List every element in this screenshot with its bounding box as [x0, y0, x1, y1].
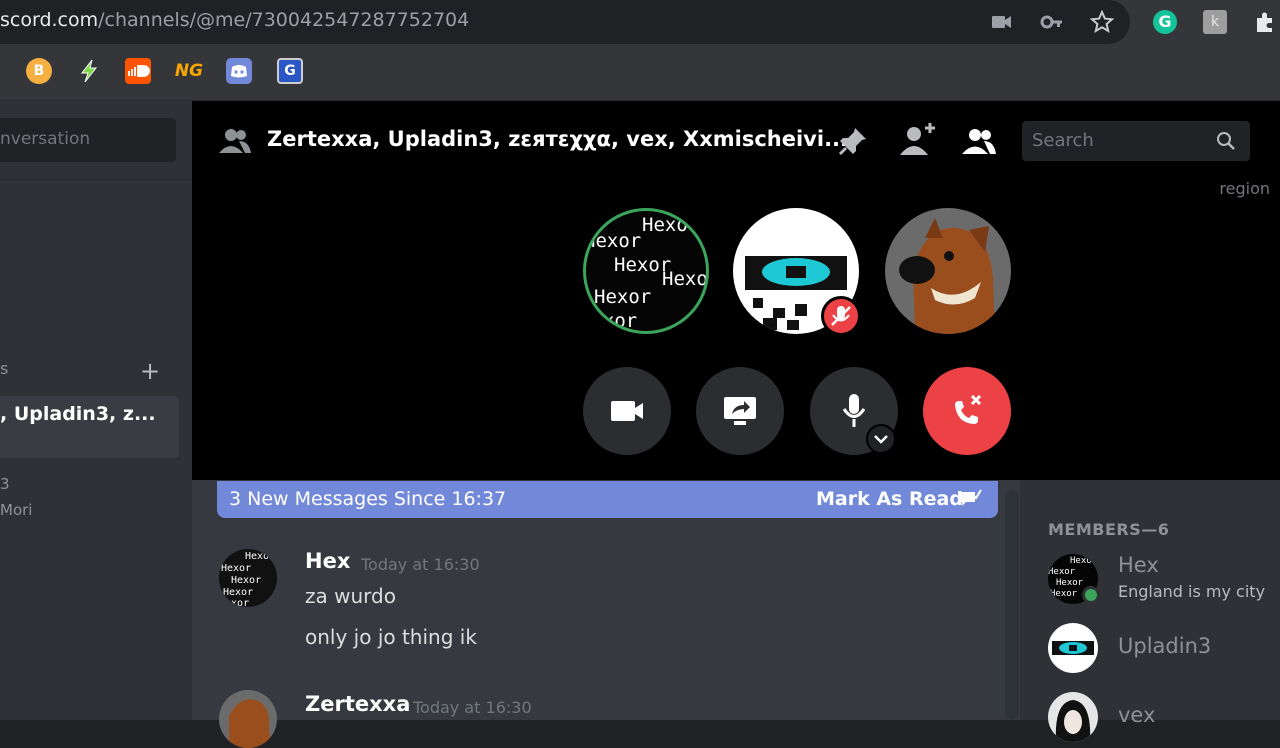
- page-title: Zertexxa, Upladin3, zεятεχχα, vex, Xxmis…: [267, 127, 848, 151]
- camera-icon[interactable]: [990, 10, 1014, 34]
- puzzle-icon[interactable]: [1253, 10, 1277, 34]
- new-messages-text: 3 New Messages Since 16:37: [229, 488, 507, 510]
- svg-text:Hexor: Hexor: [594, 286, 651, 308]
- avatar[interactable]: Hexor Hexor Hexor Hexor Hexor: [219, 549, 277, 607]
- sidebar-header-fragment: s: [0, 359, 9, 378]
- dm-sidebar: nversation s + , Upladin3, z... 3 Mori: [0, 101, 192, 720]
- bookmark-g-icon[interactable]: G: [277, 58, 303, 84]
- hexor-avatar-small: HexorHexorHexorHexorHexor: [219, 551, 275, 607]
- svg-text:Hexor: Hexor: [1048, 567, 1076, 577]
- chat-scrollbar[interactable]: [1005, 490, 1019, 720]
- member-list-icon[interactable]: [962, 127, 996, 155]
- star-icon[interactable]: [1090, 10, 1114, 34]
- avatar[interactable]: [1048, 623, 1098, 673]
- members-heading: MEMBERS—6: [1048, 520, 1170, 539]
- group-dm-icon: [219, 129, 251, 153]
- toggle-camera-button[interactable]: [583, 367, 671, 455]
- hang-up-icon: [955, 394, 982, 424]
- message-text: only jo jo thing ik: [305, 625, 477, 649]
- newgrounds-icon[interactable]: NG: [175, 58, 203, 84]
- bookmark-lightning-icon[interactable]: [76, 58, 102, 84]
- muted-badge: [821, 296, 861, 336]
- extension-icon[interactable]: k: [1203, 10, 1227, 34]
- participant-avatar-scooby[interactable]: [885, 208, 1011, 334]
- svg-text:Hexor: Hexor: [231, 575, 261, 586]
- dm-item-subtext: Mori: [0, 501, 33, 519]
- chevron-down-icon: [874, 435, 888, 444]
- channel-header: Zertexxa, Upladin3, zεятεχχα, vex, Xxmis…: [192, 101, 1280, 198]
- bookmarks-bar: B NG G: [0, 44, 1280, 101]
- microphone-icon: [842, 394, 866, 427]
- svg-text:Hexor: Hexor: [662, 268, 706, 290]
- mark-read-icon: [961, 489, 982, 506]
- camera-icon: [611, 401, 643, 421]
- key-icon[interactable]: [1040, 10, 1064, 34]
- search-input[interactable]: Search: [1022, 121, 1250, 161]
- svg-text:Hexor: Hexor: [586, 230, 641, 252]
- vex-avatar-member: [1055, 700, 1091, 742]
- svg-text:Hexor: Hexor: [223, 587, 253, 598]
- pin-icon[interactable]: [837, 125, 869, 157]
- message-text: za wurdo: [305, 584, 396, 608]
- avatar[interactable]: [219, 690, 277, 748]
- mark-as-read-button[interactable]: Mark As Read: [816, 488, 963, 510]
- share-screen-button[interactable]: [696, 367, 784, 455]
- participant-avatar-hex[interactable]: Hexor Hexor Hexor Hexor Hexor Hexor: [583, 208, 709, 334]
- mic-muted-icon: [831, 306, 851, 326]
- member-name[interactable]: vex: [1118, 703, 1155, 727]
- sidebar-divider: [0, 179, 192, 180]
- hexor-avatar-art: Hexor Hexor Hexor Hexor Hexor Hexor: [586, 214, 706, 331]
- upladin3-avatar-member: [1052, 641, 1094, 655]
- dog-avatar-art: [899, 218, 995, 334]
- message-timestamp: Today at 16:30: [413, 698, 532, 717]
- soundcloud-icon[interactable]: [125, 58, 151, 84]
- dm-item-active-label: , Upladin3, z...: [0, 403, 156, 425]
- region-label[interactable]: region: [1219, 179, 1270, 198]
- member-name[interactable]: Hex: [1118, 553, 1159, 577]
- discord-bookmark-icon[interactable]: [226, 58, 252, 84]
- search-icon: [1217, 132, 1235, 150]
- member-name[interactable]: Upladin3: [1118, 634, 1211, 658]
- svg-text:Hexor: Hexor: [1056, 578, 1084, 588]
- dm-item-count: 3: [0, 475, 10, 493]
- browser-toolbar: scord.com/channels/@me/73004254728775270…: [0, 0, 1280, 44]
- add-friend-icon[interactable]: [899, 121, 937, 157]
- message-author[interactable]: Zertexxa: [305, 692, 410, 716]
- online-status-dot: [1082, 586, 1100, 604]
- avatar[interactable]: [1048, 692, 1098, 742]
- bookmark-b-icon[interactable]: B: [26, 58, 52, 84]
- end-call-button[interactable]: [923, 367, 1011, 455]
- url-text[interactable]: scord.com/channels/@me/73004254728775270…: [0, 9, 469, 31]
- message-author[interactable]: Hex: [305, 549, 350, 573]
- find-conversation-input[interactable]: nversation: [0, 118, 176, 162]
- mic-options-button[interactable]: [866, 424, 896, 454]
- dog-avatar-small: [229, 699, 271, 748]
- address-bar[interactable]: scord.com/channels/@me/73004254728775270…: [0, 0, 1130, 44]
- create-dm-plus-icon[interactable]: +: [140, 357, 160, 385]
- message-timestamp: Today at 16:30: [361, 555, 480, 574]
- grammarly-icon[interactable]: G: [1153, 10, 1177, 34]
- new-messages-banner[interactable]: 3 New Messages Since 16:37 Mark As Read: [217, 481, 998, 518]
- screen-share-icon: [724, 397, 756, 425]
- member-status: England is my city: [1118, 582, 1266, 601]
- svg-text:Hexor: Hexor: [221, 563, 251, 574]
